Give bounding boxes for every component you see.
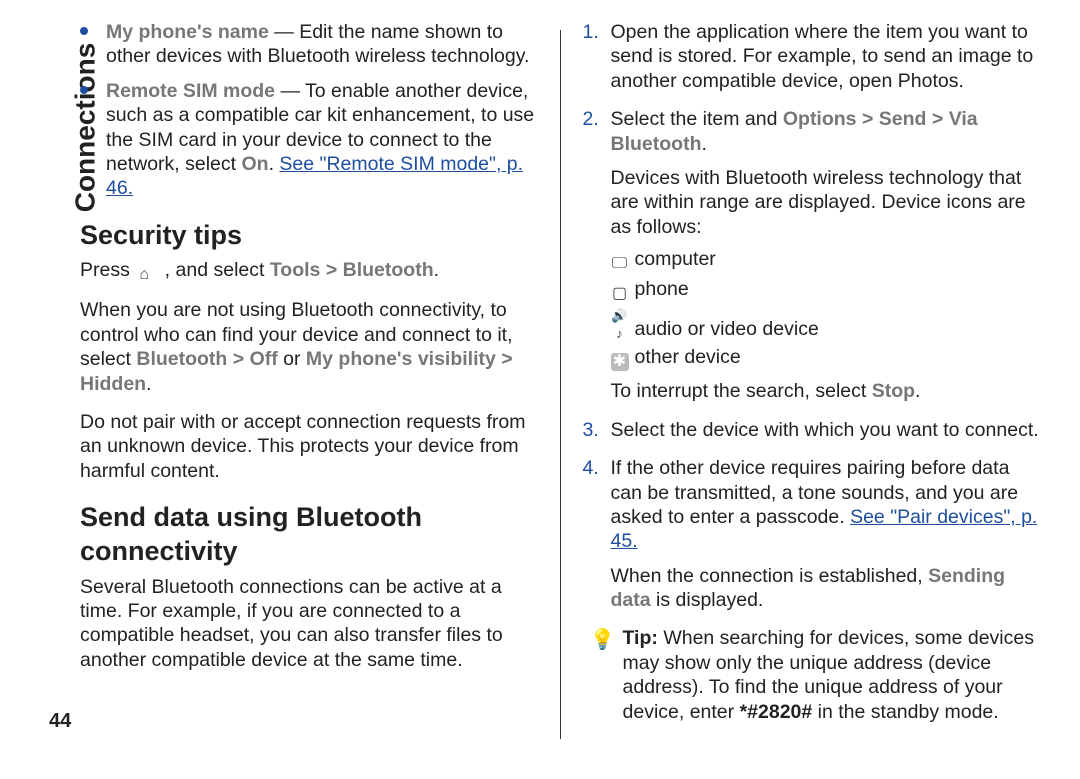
bullet-period: . <box>269 153 280 175</box>
icon-row-av: 🔊♪ audio or video device <box>611 307 1041 341</box>
step-number: 1. <box>583 20 599 44</box>
label-visibility: My phone's visibility <box>306 348 496 370</box>
text: To interrupt the search, select <box>611 380 872 402</box>
separator-gt: > <box>227 348 249 370</box>
page-number: 44 <box>49 709 71 734</box>
security-warning-paragraph: Do not pair with or accept connection re… <box>80 410 538 483</box>
icon-row-computer: 🖵 computer <box>611 247 1041 273</box>
bullet-term: My phone's name <box>106 21 269 43</box>
text: When the connection is established, <box>611 565 929 587</box>
step-number: 4. <box>583 456 599 480</box>
label-send: Send <box>879 108 927 130</box>
av-device-icon: 🔊♪ <box>611 307 629 325</box>
separator-gt: > <box>320 259 342 281</box>
text: in the standby mode. <box>812 701 998 723</box>
separator-gt: > <box>926 108 948 130</box>
columns: My phone's name — Edit the name shown to… <box>80 20 1040 759</box>
step-2-device-icons-intro: Devices with Bluetooth wireless technolo… <box>611 166 1041 239</box>
bullet-term: Remote SIM mode <box>106 80 275 102</box>
numbered-steps: 1. Open the application where the item y… <box>583 20 1041 612</box>
icon-label: computer <box>635 248 716 270</box>
icon-label: phone <box>635 278 689 300</box>
step-text: Open the application where the item you … <box>611 21 1034 92</box>
label-options: Options <box>783 108 857 130</box>
bluetooth-icon: ✱ <box>611 353 629 371</box>
label-off: Off <box>250 348 278 370</box>
bullet-sep: — <box>269 21 299 43</box>
label-on: On <box>241 153 268 175</box>
separator-gt: > <box>496 348 513 370</box>
step-4-p2: When the connection is established, Send… <box>611 564 1041 613</box>
bullet-my-phones-name: My phone's name — Edit the name shown to… <box>80 20 538 69</box>
bullet-remote-sim-mode: Remote SIM mode — To enable another devi… <box>80 79 538 201</box>
phone-icon: ▢ <box>611 285 629 303</box>
text: , and select <box>159 259 270 281</box>
tip-block: 💡 Tip: When searching for devices, some … <box>583 626 1041 724</box>
page-root: Connections 44 My phone's name — Edit th… <box>0 0 1080 779</box>
text: Press <box>80 259 135 281</box>
text: . <box>146 373 151 395</box>
text: . <box>915 380 920 402</box>
heading-send-data: Send data using Bluetooth connectivity <box>80 501 538 569</box>
icon-row-phone: ▢ phone <box>611 277 1041 303</box>
text: . <box>434 259 439 281</box>
label-hidden: Hidden <box>80 373 146 395</box>
step-number: 3. <box>583 418 599 442</box>
step-3: 3. Select the device with which you want… <box>583 418 1041 442</box>
step-text: Select the device with which you want to… <box>611 419 1039 441</box>
security-press-line: Press ⌂ , and select Tools > Bluetooth. <box>80 258 538 284</box>
security-visibility-paragraph: When you are not using Bluetooth connect… <box>80 298 538 396</box>
step-1: 1. Open the application where the item y… <box>583 20 1041 93</box>
home-key-icon: ⌂ <box>135 266 153 284</box>
text-or: or <box>278 348 306 370</box>
step-2-line1: Select the item and Options > Send > Via… <box>611 107 1041 156</box>
step-4: 4. If the other device requires pairing … <box>583 456 1041 612</box>
label-tools: Tools <box>270 259 321 281</box>
step-2-interrupt: To interrupt the search, select Stop. <box>611 379 1041 403</box>
heading-security-tips: Security tips <box>80 219 538 253</box>
tip-lightbulb-icon: 💡 <box>583 626 623 724</box>
right-column: 1. Open the application where the item y… <box>561 20 1041 759</box>
icon-row-other: ✱ other device <box>611 345 1041 371</box>
label-bluetooth: Bluetooth <box>343 259 434 281</box>
icon-label: other device <box>635 346 741 368</box>
tip-text: Tip: When searching for devices, some de… <box>623 626 1041 724</box>
text: Select the item and <box>611 108 783 130</box>
send-intro-paragraph: Several Bluetooth connections can be act… <box>80 575 538 673</box>
label-bluetooth: Bluetooth <box>136 348 227 370</box>
left-column: My phone's name — Edit the name shown to… <box>80 20 560 759</box>
separator-gt: > <box>857 108 879 130</box>
icon-label: audio or video device <box>635 318 819 340</box>
label-stop: Stop <box>872 380 915 402</box>
step-number: 2. <box>583 107 599 131</box>
text: . <box>701 133 706 155</box>
computer-icon: 🖵 <box>611 255 629 273</box>
text: is displayed. <box>651 589 764 611</box>
step-2: 2. Select the item and Options > Send > … <box>583 107 1041 404</box>
bullet-sep: — <box>275 80 305 102</box>
step-4-p1: If the other device requires pairing bef… <box>611 456 1041 554</box>
tip-code: *#2820# <box>740 701 813 723</box>
tip-label: Tip: <box>623 627 664 649</box>
bullet-list: My phone's name — Edit the name shown to… <box>80 20 538 201</box>
